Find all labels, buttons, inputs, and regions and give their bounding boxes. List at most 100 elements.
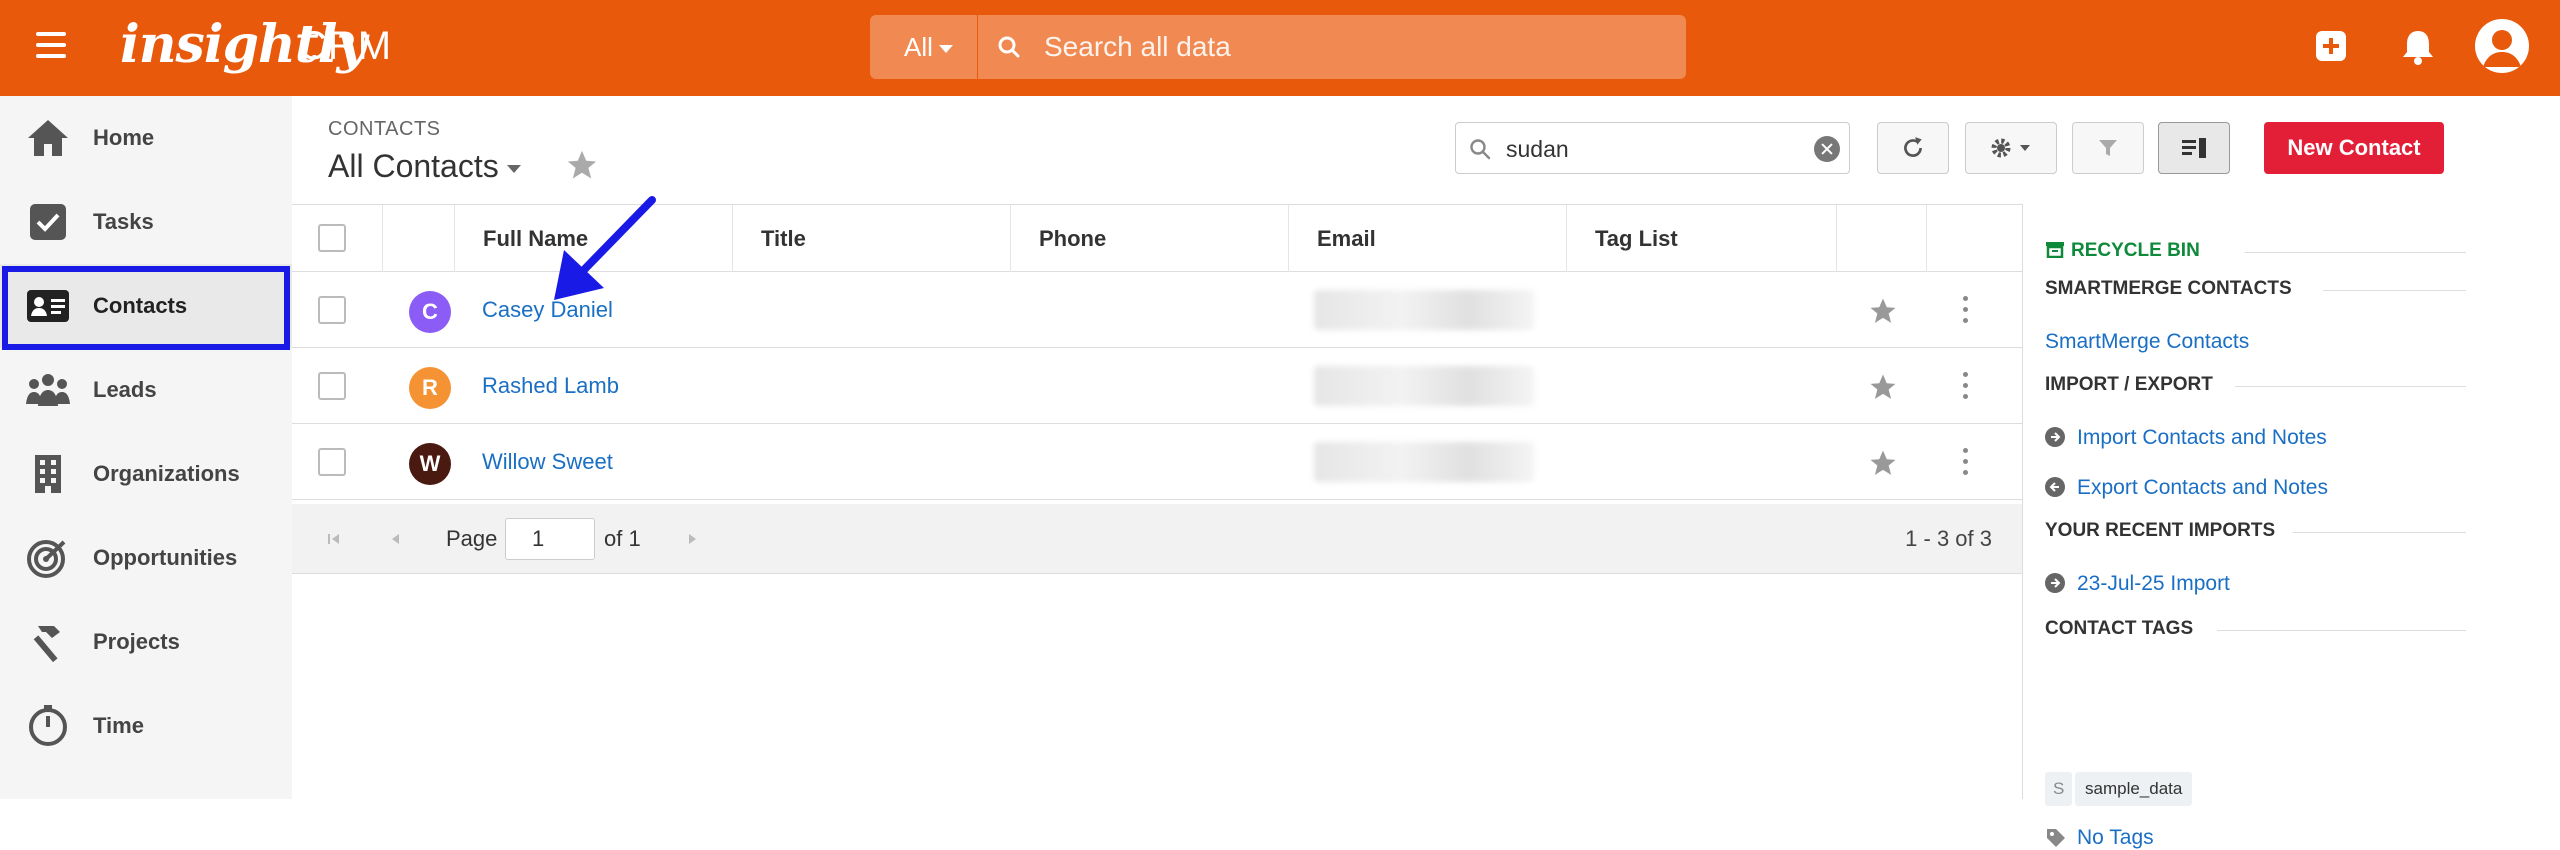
column-header-title[interactable]: Title <box>732 205 1010 273</box>
divider <box>2245 252 2466 253</box>
sidebar-item-time[interactable]: Time <box>0 684 292 768</box>
toggle-side-panel-button[interactable] <box>2158 122 2230 174</box>
section-heading-contact-tags: CONTACT TAGS <box>2045 618 2194 639</box>
hammer-icon <box>33 626 60 663</box>
sidebar-item-label: Leads <box>93 377 157 402</box>
column-header-actions <box>1926 205 2022 273</box>
arrow-left-circle-icon <box>2045 477 2065 497</box>
export-contacts-link[interactable]: Export Contacts and Notes <box>2045 476 2328 500</box>
leads-icon <box>26 374 70 406</box>
column-header-phone[interactable]: Phone <box>1010 205 1288 273</box>
row-actions-icon[interactable] <box>1963 372 1969 400</box>
arrow-right-circle-icon <box>2045 573 2065 593</box>
import-contacts-link[interactable]: Import Contacts and Notes <box>2045 426 2327 450</box>
page-title: All Contacts <box>328 148 499 184</box>
contact-name-link[interactable]: Rashed Lamb <box>482 348 619 424</box>
bell-icon[interactable] <box>2400 28 2436 66</box>
view-selector[interactable]: All Contacts <box>328 148 521 185</box>
row-checkbox[interactable] <box>318 372 346 400</box>
timer-icon <box>29 705 67 746</box>
avatar: C <box>409 291 451 333</box>
sidebar-item-projects[interactable]: Projects <box>0 600 292 684</box>
recycle-bin-link[interactable]: RECYCLE BIN <box>2045 240 2200 262</box>
sidebar-item-label: Tasks <box>93 209 154 234</box>
row-checkbox[interactable] <box>318 296 346 324</box>
arrow-right-circle-icon <box>2045 427 2065 447</box>
sidebar-item-home[interactable]: Home <box>0 96 292 180</box>
target-icon <box>27 540 66 578</box>
sidebar-item-label: Home <box>93 125 155 150</box>
sidebar-item-label: Time <box>93 713 144 738</box>
sidebar-item-label: Organizations <box>93 461 240 486</box>
avatar: R <box>409 367 451 409</box>
search-input[interactable]: Search all data <box>1044 15 1231 79</box>
recent-import-label: 23-Jul-25 Import <box>2077 572 2230 595</box>
refresh-button[interactable] <box>1877 122 1949 174</box>
divider <box>2217 630 2466 631</box>
chevron-down-icon <box>938 45 953 54</box>
previous-page-icon[interactable] <box>386 529 406 549</box>
sidebar-item-opportunities[interactable]: Opportunities <box>0 516 292 600</box>
pagination-bar: Page 1 of 1 1 - 3 of 3 <box>292 504 2022 574</box>
table-row[interactable]: W Willow Sweet <box>292 424 2022 500</box>
select-all-checkbox[interactable] <box>318 224 346 252</box>
record-count: 1 - 3 of 3 <box>1905 526 1992 551</box>
filter-icon <box>2099 140 2117 156</box>
divider <box>2323 290 2466 291</box>
side-panel-icon <box>2182 138 2206 158</box>
list-search-input[interactable]: sudan <box>1506 123 1569 175</box>
email-redacted <box>1314 290 1534 330</box>
sidebar-item-label: Projects <box>93 629 180 654</box>
tag-icon <box>2047 829 2065 847</box>
recent-import-link[interactable]: 23-Jul-25 Import <box>2045 572 2230 596</box>
smartmerge-contacts-link[interactable]: SmartMerge Contacts <box>2045 330 2249 354</box>
contact-name-link[interactable]: Willow Sweet <box>482 424 613 500</box>
breadcrumb: CONTACTS <box>328 118 441 140</box>
column-header-email[interactable]: Email <box>1288 205 1566 273</box>
import-contacts-label: Import Contacts and Notes <box>2077 426 2327 449</box>
favorite-star-icon[interactable] <box>1868 448 1898 478</box>
settings-dropdown-button[interactable] <box>1965 122 2057 174</box>
contacts-highlight-box <box>2 266 290 350</box>
sidebar-item-leads[interactable]: Leads <box>0 348 292 432</box>
row-actions-icon[interactable] <box>1963 296 1969 324</box>
section-heading-import-export: IMPORT / EXPORT <box>2045 374 2213 395</box>
search-icon <box>998 36 1020 58</box>
row-actions-icon[interactable] <box>1963 448 1969 476</box>
tag-chip[interactable]: sample_data <box>2075 772 2193 806</box>
no-tags-link[interactable]: No Tags <box>2045 826 2154 850</box>
sidebar-item-label: Opportunities <box>93 545 238 570</box>
no-tags-label: No Tags <box>2077 826 2154 849</box>
recycle-bin-label: RECYCLE BIN <box>2071 240 2200 261</box>
home-icon <box>28 120 68 156</box>
list-search-field[interactable]: sudan <box>1455 122 1850 174</box>
table-row[interactable]: R Rashed Lamb <box>292 348 2022 424</box>
user-avatar-icon[interactable] <box>2475 19 2529 73</box>
favorite-star-icon[interactable] <box>1868 372 1898 402</box>
sidebar-item-tasks[interactable]: Tasks <box>0 180 292 264</box>
product-name: CRM <box>298 24 393 68</box>
search-scope-label: All <box>904 32 933 62</box>
new-contact-button[interactable]: New Contact <box>2264 122 2444 174</box>
add-icon[interactable] <box>2316 31 2346 61</box>
export-contacts-label: Export Contacts and Notes <box>2077 476 2328 499</box>
row-checkbox[interactable] <box>318 448 346 476</box>
filter-button[interactable] <box>2072 122 2144 174</box>
email-redacted <box>1314 442 1534 482</box>
favorite-star-icon[interactable] <box>1868 296 1898 326</box>
clear-search-icon[interactable] <box>1814 136 1840 162</box>
column-header-tag-list[interactable]: Tag List <box>1566 205 1836 273</box>
divider <box>2293 532 2466 533</box>
page-number-input[interactable]: 1 <box>505 518 595 560</box>
menu-icon[interactable] <box>36 32 66 60</box>
email-redacted <box>1314 366 1534 406</box>
avatar: W <box>409 443 451 485</box>
favorite-view-star-icon[interactable] <box>564 148 600 182</box>
next-page-icon[interactable] <box>682 529 702 549</box>
global-search[interactable]: All Search all data <box>870 15 1686 79</box>
annotation-arrow-icon <box>554 196 656 300</box>
search-scope-dropdown[interactable]: All <box>870 15 978 79</box>
sidebar-item-organizations[interactable]: Organizations <box>0 432 292 516</box>
gear-icon <box>1991 138 2030 158</box>
first-page-icon[interactable] <box>324 529 344 549</box>
